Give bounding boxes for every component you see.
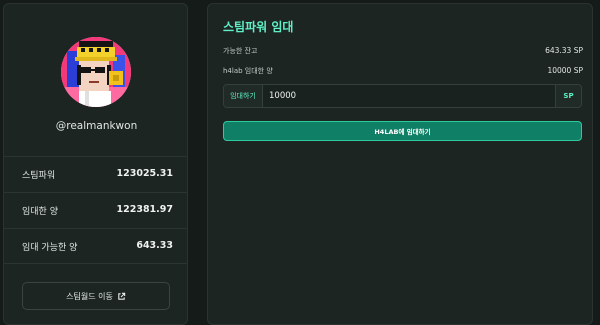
stat-row-steem-power: 스팀파워 123025.31 <box>4 156 187 192</box>
username: @realmankwon <box>55 120 138 132</box>
available-balance-label: 가능한 잔고 <box>223 47 258 55</box>
lease-title: 스팀파워 임대 <box>223 20 294 34</box>
steemworld-link-label: 스팀월드 이동 <box>66 291 113 301</box>
h4lab-leased-label: h4lab 임대한 양 <box>223 67 273 75</box>
stat-label: 스팀파워 <box>22 171 56 181</box>
stat-value: 123025.31 <box>116 168 174 179</box>
lease-amount-input[interactable] <box>269 85 549 107</box>
profile-card: @realmankwon 스팀파워 123025.31 임대한 양 122381… <box>3 3 188 325</box>
lease-amount-unit: SP <box>555 85 581 107</box>
stat-row-leased: 임대한 양 122381.97 <box>4 192 187 228</box>
stat-label: 임대 가능한 양 <box>22 243 78 253</box>
available-balance-row: 가능한 잔고 643.33 SP <box>223 46 583 56</box>
available-balance-value: 643.33 SP <box>545 46 583 55</box>
lease-amount-prefix: 임대하기 <box>224 85 263 107</box>
lease-amount-group: 임대하기 SP <box>223 84 582 108</box>
lease-card: 스팀파워 임대 가능한 잔고 643.33 SP h4lab 임대한 양 100… <box>207 3 593 325</box>
h4lab-leased-value: 10000 SP <box>547 66 583 75</box>
pixel-avatar-icon <box>61 37 131 107</box>
stat-value: 643.33 <box>136 240 173 251</box>
stat-value: 122381.97 <box>116 204 174 215</box>
stat-label: 임대한 양 <box>22 207 58 217</box>
external-link-icon <box>118 292 126 300</box>
h4lab-leased-row: h4lab 임대한 양 10000 SP <box>223 66 583 76</box>
stat-row-leasable: 임대 가능한 양 643.33 <box>4 228 187 264</box>
lease-to-h4lab-button[interactable]: H4LAB에 임대하기 <box>223 121 582 141</box>
steemworld-link-button[interactable]: 스팀월드 이동 <box>22 282 170 310</box>
avatar <box>61 37 131 107</box>
